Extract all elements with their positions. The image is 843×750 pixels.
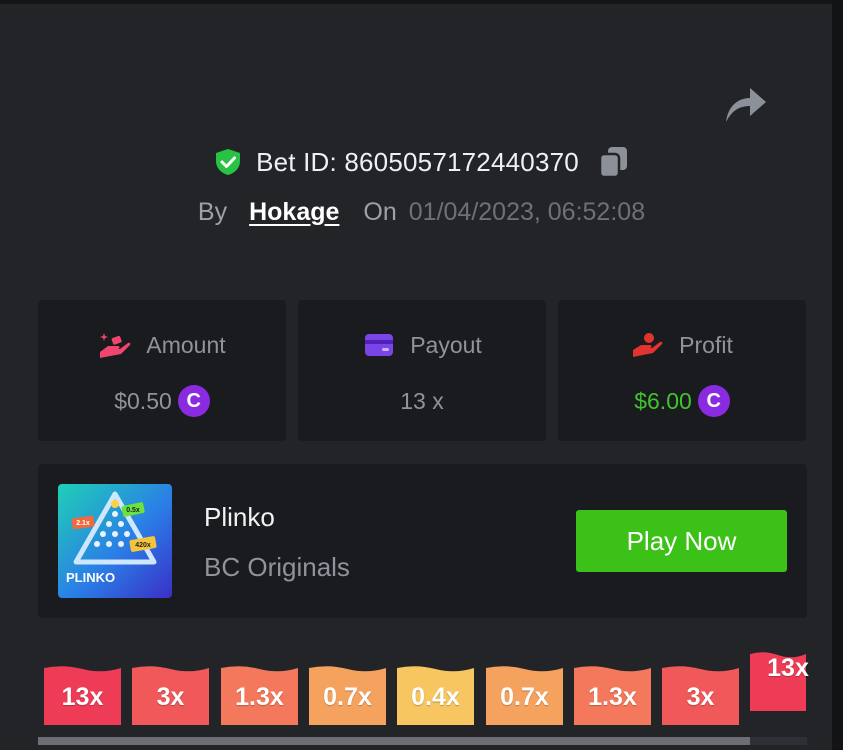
profit-card: Profit $6.00 C [558,300,806,441]
payout-label: Payout [410,331,482,358]
bet-meta-row: By Hokage On 01/04/2023, 06:52:08 [0,192,843,232]
profit-value-row: $6.00 C [558,384,806,418]
hand-coins-icon [100,333,131,358]
multiplier-label: 13x [61,683,104,711]
on-label: On [363,197,397,226]
multiplier-bucket: 1.3x [574,664,651,725]
thumb-badge-left: 2.1x [76,520,90,527]
bet-id-row: Bet ID: 8605057172440370 [0,142,843,182]
horizontal-scroll-thumb[interactable] [38,737,750,745]
multiplier-label: 13x [767,654,809,682]
thumb-title: PLINKO [66,570,115,585]
shield-check-icon [216,149,241,175]
scrollbar-gutter [832,0,843,750]
game-title[interactable]: Plinko [204,502,275,533]
amount-value-row: $0.50 C [38,384,286,418]
wallet-card-icon [365,334,394,356]
multiplier-bucket: 3x [132,664,209,725]
multiplier-bucket: 13x [750,650,809,711]
thumb-badge-top: 0.5x [126,507,140,514]
multiplier-label: 0.4x [411,683,460,711]
profit-value: $6.00 [634,387,692,414]
multiplier-bucket: 1.3x [221,664,298,725]
payout-value: 13 x [400,387,444,414]
multiplier-bucket: 3x [662,664,739,725]
payout-value-row: 13 x [298,384,546,418]
game-provider: BC Originals [204,552,350,582]
profit-label: Profit [679,331,733,358]
profit-header: Profit [558,328,806,362]
payout-header: Payout [298,328,546,362]
payout-card: Payout 13 x [298,300,546,441]
amount-value: $0.50 [114,387,172,414]
share-arrow-icon[interactable] [722,84,768,124]
multiplier-label: 3x [686,683,715,711]
amount-label: Amount [146,331,226,358]
coin-c-icon: C [697,385,730,417]
multiplier-label: 0.7x [500,683,549,711]
multiplier-label: 1.3x [235,683,284,711]
multiplier-bucket: 0.7x [309,664,386,725]
bet-datetime: 01/04/2023, 06:52:08 [408,197,646,226]
game-thumbnail[interactable]: 2.1x 0.5x 420x PLINKO [58,484,172,598]
thumb-badge-right: 420x [135,542,151,549]
plinko-artwork: 2.1x 0.5x 420x PLINKO [58,484,172,598]
game-card: 2.1x 0.5x 420x PLINKO Plinko BC Original… [38,464,807,618]
hand-heart-icon [633,333,663,357]
multiplier-bucket: 0.4x [397,664,474,725]
play-now-button[interactable]: Play Now [576,510,787,572]
amount-header: Amount [38,328,286,362]
amount-card: Amount $0.50 C [38,300,286,441]
copy-icon[interactable] [597,145,629,179]
top-border [0,0,843,4]
coin-c-icon: C [177,385,210,417]
by-label: By [197,197,228,226]
multiplier-label: 0.7x [323,683,372,711]
multiplier-bucket: 0.7x [486,664,563,725]
username-link[interactable]: Hokage [249,198,339,227]
multiplier-bucket: 13x [44,664,121,725]
bet-id-text: Bet ID: 8605057172440370 [256,146,579,177]
multiplier-row: 13x 3x 1.3x 0.7x 0.4x 0.7x 1.3x 3x 13x [0,650,843,740]
multiplier-label: 3x [156,683,185,711]
multiplier-label: 1.3x [588,683,637,711]
